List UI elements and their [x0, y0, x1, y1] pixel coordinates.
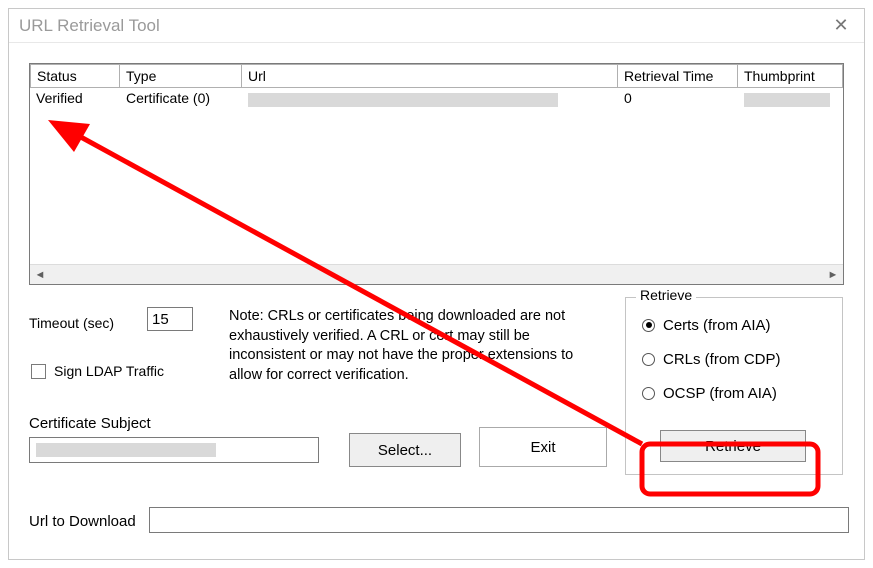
listview-header: Status Type Url Retrieval Time Thumbprin… [30, 64, 843, 88]
radio-crls[interactable]: CRLs (from CDP) [642, 348, 842, 370]
redacted-url [248, 93, 558, 107]
horizontal-scrollbar[interactable]: ◄ ► [30, 264, 843, 284]
note-text: Note: CRLs or certificates being downloa… [229, 307, 584, 385]
redacted-thumbprint [744, 93, 830, 107]
col-thumbprint[interactable]: Thumbprint [738, 64, 843, 88]
radio-ocsp[interactable]: OCSP (from AIA) [642, 382, 842, 404]
retrieve-groupbox: Retrieve Certs (from AIA) CRLs (from CDP… [625, 297, 843, 475]
radio-icon [642, 387, 655, 400]
close-icon: ✕ [833, 15, 848, 36]
radio-ocsp-label: OCSP (from AIA) [663, 385, 777, 402]
close-button[interactable]: ✕ [818, 9, 864, 43]
col-type[interactable]: Type [120, 64, 242, 88]
url-listview[interactable]: Status Type Url Retrieval Time Thumbprin… [29, 63, 844, 285]
cell-retrieval-time: 0 [618, 88, 738, 109]
scroll-right-icon[interactable]: ► [823, 265, 843, 285]
retrieve-legend: Retrieve [636, 287, 696, 303]
url-to-download-input[interactable] [149, 507, 849, 533]
radio-certs[interactable]: Certs (from AIA) [642, 314, 842, 336]
window-frame: URL Retrieval Tool ✕ Status Type Url Ret… [8, 8, 865, 560]
window-title: URL Retrieval Tool [19, 16, 160, 36]
scroll-left-icon[interactable]: ◄ [30, 265, 50, 285]
timeout-input[interactable] [147, 307, 193, 331]
sign-ldap-checkbox[interactable]: Sign LDAP Traffic [31, 363, 164, 379]
exit-button[interactable]: Exit [479, 427, 607, 467]
checkbox-icon [31, 364, 46, 379]
listview-rows: Verified Certificate (0) 0 [30, 88, 843, 264]
timeout-label: Timeout (sec) [29, 315, 114, 331]
radio-certs-label: Certs (from AIA) [663, 317, 771, 334]
cell-type: Certificate (0) [120, 88, 242, 109]
title-bar: URL Retrieval Tool ✕ [9, 9, 864, 43]
cell-status: Verified [30, 88, 120, 109]
col-status[interactable]: Status [30, 64, 120, 88]
table-row[interactable]: Verified Certificate (0) 0 [30, 88, 843, 109]
certificate-subject-input[interactable] [29, 437, 319, 463]
certificate-subject-label: Certificate Subject [29, 415, 151, 432]
col-url[interactable]: Url [242, 64, 618, 88]
radio-icon [642, 319, 655, 332]
redacted-subject [36, 443, 216, 457]
radio-icon [642, 353, 655, 366]
url-to-download-label: Url to Download [29, 513, 136, 530]
sign-ldap-label: Sign LDAP Traffic [54, 363, 164, 379]
cell-url [242, 88, 618, 109]
select-button[interactable]: Select... [349, 433, 461, 467]
cell-thumbprint [738, 88, 843, 109]
radio-crls-label: CRLs (from CDP) [663, 351, 781, 368]
retrieve-button[interactable]: Retrieve [660, 430, 806, 462]
scrollbar-track[interactable] [50, 265, 823, 284]
col-retrieval-time[interactable]: Retrieval Time [618, 64, 738, 88]
